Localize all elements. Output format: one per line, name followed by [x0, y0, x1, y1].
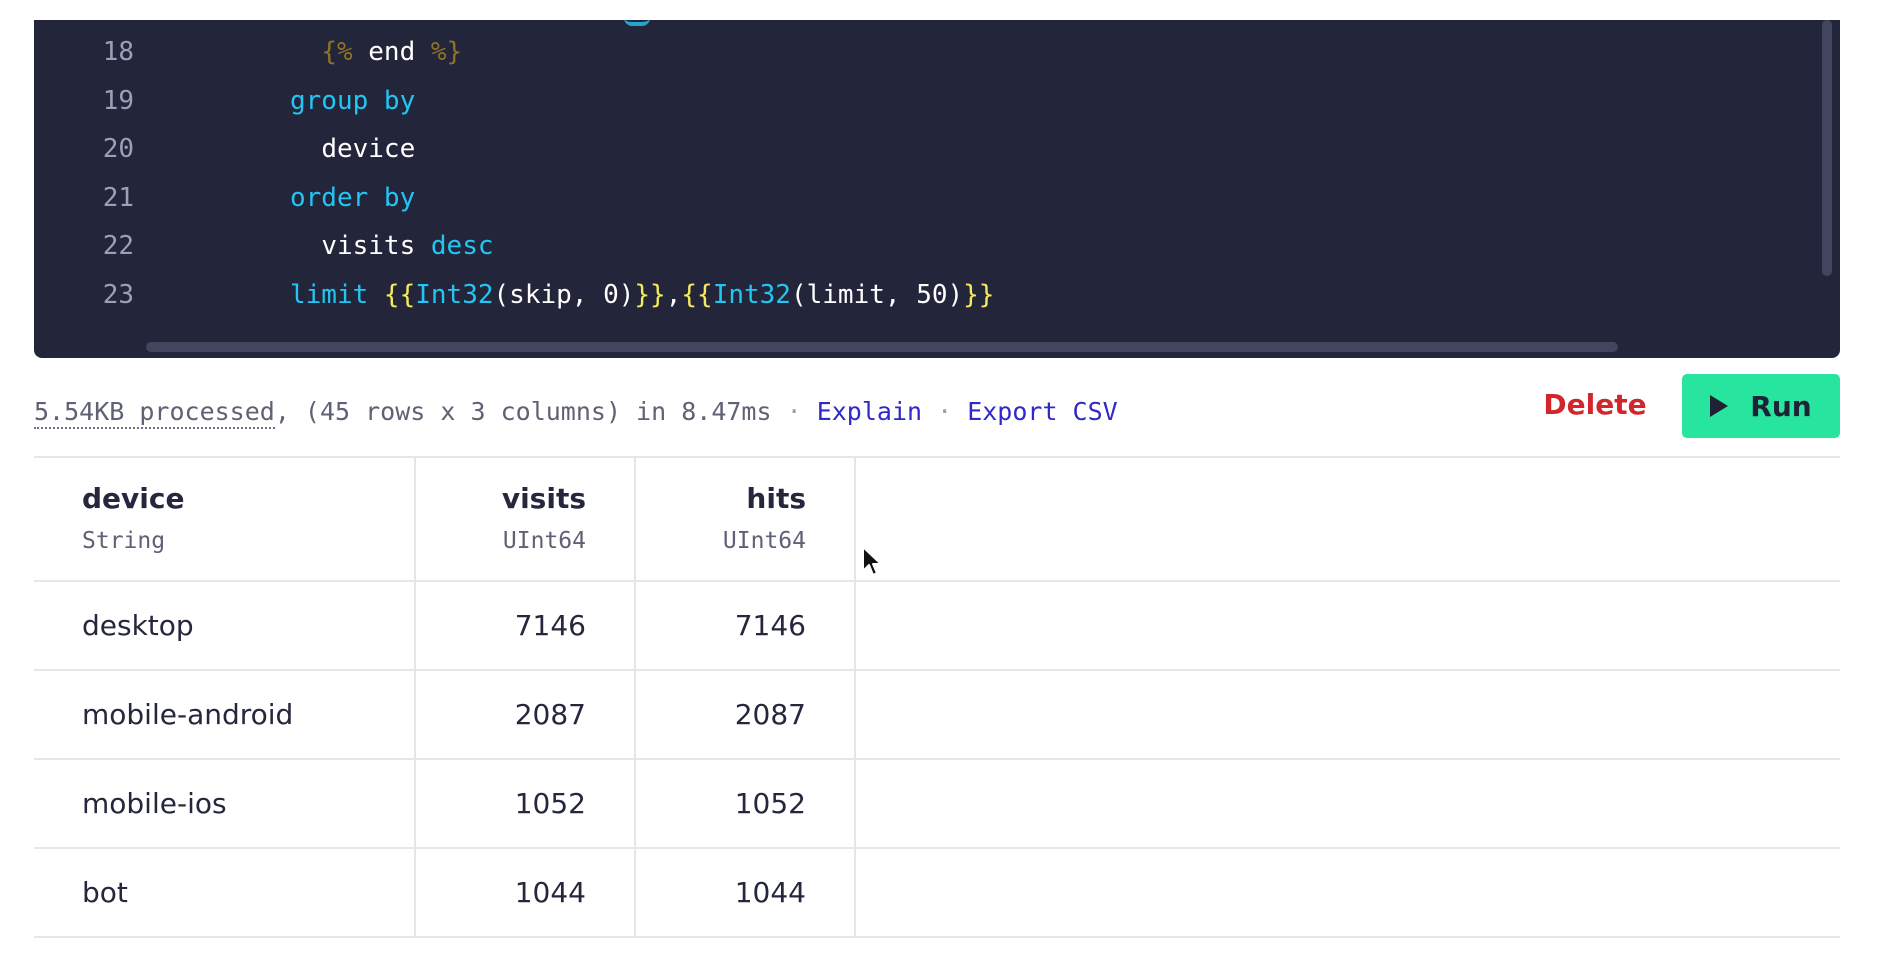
- run-button-label: Run: [1750, 389, 1812, 423]
- cell-value: 1052: [734, 787, 806, 820]
- sql-editor[interactable]: 18 {% end %} 19 group by 20 device 21 order b…: [34, 20, 1840, 358]
- query-status-bar: 5.54KB processed, (45 rows x 3 columns) …: [34, 390, 1118, 434]
- table-cell: 1044: [416, 849, 636, 936]
- column-name: device: [82, 482, 185, 515]
- code-text: limit {{Int32(skip, 0)}},{{Int32(limit, …: [290, 271, 994, 319]
- code-token: group by: [290, 85, 416, 116]
- cell-value: desktop: [82, 609, 194, 642]
- code-token: %}: [430, 37, 463, 67]
- code-token: Int32: [712, 280, 791, 310]
- code-token: end: [352, 37, 431, 67]
- run-button[interactable]: Run: [1682, 374, 1840, 438]
- cell-value: 1052: [514, 787, 586, 820]
- table-cell: 2087: [416, 671, 636, 758]
- table-header-row: device String visits UInt64 hits UInt64: [34, 456, 1840, 582]
- editor-vertical-scrollbar[interactable]: [1822, 20, 1832, 276]
- table-row: mobile-ios 1052 1052: [34, 760, 1840, 849]
- column-type: UInt64: [502, 528, 586, 554]
- table-cell: bot: [34, 849, 416, 936]
- code-line[interactable]: 18 {% end %}: [34, 28, 1840, 76]
- table-cell: 2087: [636, 671, 856, 758]
- column-header-hits[interactable]: hits UInt64: [636, 458, 856, 580]
- line-number: 22: [102, 231, 134, 262]
- code-token: }}: [963, 280, 995, 310]
- code-token: desc: [430, 231, 494, 262]
- code-token: Int32: [415, 280, 494, 310]
- editor-horizontal-scrollbar[interactable]: [146, 342, 1618, 352]
- cell-value: 1044: [514, 876, 586, 909]
- code-token: device: [321, 134, 416, 165]
- code-token: }}: [634, 280, 666, 310]
- code-line[interactable]: 22 visits desc: [34, 222, 1840, 270]
- cell-value: 7146: [734, 609, 806, 642]
- table-cell: 7146: [416, 582, 636, 669]
- column-name: visits: [501, 482, 586, 515]
- line-number: 23: [102, 280, 134, 310]
- table-cell: 1052: [636, 760, 856, 847]
- code-text: device: [290, 125, 415, 173]
- column-header-visits[interactable]: visits UInt64: [416, 458, 636, 580]
- cell-value: 2087: [514, 698, 586, 731]
- code-line[interactable]: 20 device: [34, 125, 1840, 173]
- column-type: String: [82, 528, 166, 554]
- code-line[interactable]: 21 order by: [34, 174, 1840, 222]
- table-cell: mobile-ios: [34, 760, 416, 847]
- play-icon: [1710, 395, 1729, 417]
- code-token: order by: [290, 182, 416, 213]
- delete-button[interactable]: Delete: [1530, 372, 1660, 436]
- line-number: 19: [102, 85, 134, 116]
- code-token: ,: [665, 280, 682, 310]
- cell-value: 7146: [514, 609, 586, 642]
- mouse-pointer-icon: [862, 546, 882, 576]
- cell-value: 1044: [734, 876, 806, 909]
- code-token: (limit, 50): [790, 280, 964, 310]
- code-text: group by: [290, 77, 415, 125]
- code-token: {{: [383, 280, 416, 310]
- table-cell: 1044: [636, 849, 856, 936]
- code-line[interactable]: 19 group by: [34, 77, 1840, 125]
- table-row: bot 1044 1044: [34, 849, 1840, 938]
- code-fragment-above: [624, 20, 650, 26]
- code-token: visits: [321, 231, 431, 262]
- table-cell: 1052: [416, 760, 636, 847]
- table-cell: mobile-android: [34, 671, 416, 758]
- code-line[interactable]: 23 limit {{Int32(skip, 0)}},{{Int32(limit…: [34, 271, 1840, 319]
- line-number: 20: [102, 134, 134, 165]
- processed-bytes: 5.54KB processed: [34, 397, 275, 429]
- code-text: visits desc: [290, 222, 494, 270]
- column-name: hits: [746, 482, 806, 515]
- column-header-device[interactable]: device String: [34, 458, 416, 580]
- code-text: {% end %}: [290, 28, 462, 76]
- line-number: 18: [102, 37, 134, 67]
- cell-value: mobile-android: [82, 698, 294, 731]
- cell-value: 2087: [734, 698, 806, 731]
- query-summary: , (45 rows x 3 columns) in 8.47ms: [274, 397, 772, 426]
- column-type: UInt64: [722, 528, 806, 554]
- code-token: {%: [321, 37, 353, 67]
- line-number: 21: [102, 182, 134, 213]
- code-token: {{: [681, 280, 713, 310]
- separator: ·: [922, 397, 968, 426]
- code-token: limit: [290, 280, 384, 310]
- export-csv-link[interactable]: Export CSV: [967, 397, 1118, 426]
- table-row: mobile-android 2087 2087: [34, 671, 1840, 760]
- cell-value: bot: [82, 876, 128, 909]
- code-token: (skip, 0): [493, 280, 635, 310]
- code-text: order by: [290, 174, 415, 222]
- table-cell: 7146: [636, 582, 856, 669]
- table-cell: desktop: [34, 582, 416, 669]
- cell-value: mobile-ios: [82, 787, 227, 820]
- separator: ·: [771, 397, 817, 426]
- results-table: device String visits UInt64 hits UInt64 …: [34, 456, 1840, 938]
- explain-link[interactable]: Explain: [817, 397, 922, 426]
- table-row: desktop 7146 7146: [34, 582, 1840, 671]
